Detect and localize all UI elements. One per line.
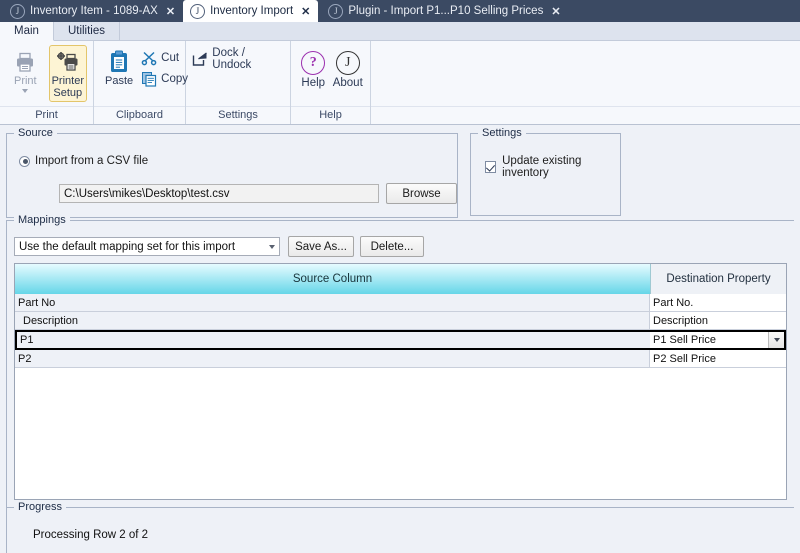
mapping-set-select[interactable]: Use the default mapping set for this imp… bbox=[14, 237, 280, 256]
jiwa-icon: J bbox=[10, 4, 25, 19]
ribbon-group-settings-title: Settings bbox=[186, 106, 290, 124]
window-tab-inventory-item[interactable]: J Inventory Item - 1089-AX ✕ bbox=[0, 0, 183, 22]
ribbon-group-settings: Dock / Undock Settings bbox=[186, 41, 291, 124]
printer-icon bbox=[14, 49, 36, 75]
cell-source-column[interactable]: Part No bbox=[15, 294, 650, 312]
cell-source-column[interactable]: Description bbox=[15, 312, 650, 330]
progress-group: Progress Processing Row 2 of 2 bbox=[6, 507, 794, 553]
save-as-button[interactable]: Save As... bbox=[288, 236, 354, 257]
update-existing-inventory-checkbox[interactable] bbox=[485, 161, 496, 173]
ribbon-tab-utilities[interactable]: Utilities bbox=[54, 22, 120, 40]
ribbon-group-print-title: Print bbox=[0, 106, 93, 124]
ribbon-group-help: ? Help J About Help bbox=[291, 41, 371, 124]
mappings-group-legend: Mappings bbox=[14, 214, 70, 226]
window-tab-label: Inventory Item - 1089-AX bbox=[30, 5, 158, 17]
column-header-source-column[interactable]: Source Column bbox=[15, 264, 651, 294]
cell-destination-property[interactable]: Description bbox=[650, 312, 786, 330]
ribbon-tab-bar: Main Utilities bbox=[0, 22, 800, 41]
scissors-icon bbox=[140, 49, 157, 66]
ribbon-group-print: Print bbox=[0, 41, 94, 124]
main-content: Source Import from a CSV file C:\Users\m… bbox=[0, 125, 800, 553]
delete-button-label: Delete... bbox=[371, 241, 414, 253]
import-csv-radio-row[interactable]: Import from a CSV file bbox=[19, 155, 148, 167]
update-existing-inventory-label: Update existing inventory bbox=[502, 155, 620, 179]
table-row-selected[interactable]: P1 P1 Sell Price bbox=[15, 330, 786, 350]
help-button[interactable]: ? Help bbox=[297, 47, 330, 89]
copy-button-label: Copy bbox=[161, 73, 188, 85]
table-row[interactable]: P2 P2 Sell Price bbox=[15, 350, 786, 368]
copy-icon bbox=[140, 70, 157, 87]
browse-button-label: Browse bbox=[402, 188, 440, 200]
question-circle-icon: ? bbox=[301, 49, 325, 77]
cut-button-label: Cut bbox=[161, 52, 179, 64]
save-as-button-label: Save As... bbox=[295, 241, 347, 253]
jiwa-circle-icon: J bbox=[336, 49, 360, 77]
column-header-destination-property[interactable]: Destination Property bbox=[651, 264, 786, 294]
close-icon[interactable]: ✕ bbox=[551, 5, 560, 18]
jiwa-icon: J bbox=[328, 4, 343, 19]
delete-button[interactable]: Delete... bbox=[360, 236, 424, 257]
ribbon-tab-label: Utilities bbox=[68, 25, 105, 37]
dock-undock-button[interactable]: Dock / Undock bbox=[192, 47, 284, 71]
ribbon-group-help-title: Help bbox=[291, 106, 370, 124]
copy-button[interactable]: Copy bbox=[140, 70, 188, 87]
paste-button[interactable]: Paste bbox=[102, 45, 136, 90]
import-csv-radio[interactable] bbox=[19, 156, 30, 167]
cell-destination-property-editor[interactable]: P1 Sell Price bbox=[650, 330, 786, 350]
close-icon[interactable]: ✕ bbox=[166, 5, 175, 18]
csv-file-path-value: C:\Users\mikes\Desktop\test.csv bbox=[64, 188, 230, 200]
settings-group: Settings Update existing inventory bbox=[470, 133, 621, 216]
chevron-down-icon[interactable] bbox=[22, 89, 28, 93]
print-button[interactable]: Print bbox=[8, 45, 43, 96]
dock-undock-button-label: Dock / Undock bbox=[212, 47, 284, 71]
print-button-label: Print bbox=[14, 75, 37, 87]
window-tab-plugin-import[interactable]: J Plugin - Import P1...P10 Selling Price… bbox=[318, 0, 568, 22]
source-group-legend: Source bbox=[14, 127, 57, 139]
chevron-down-icon[interactable] bbox=[265, 238, 279, 255]
ribbon-group-clipboard-title: Clipboard bbox=[94, 106, 185, 124]
paste-button-label: Paste bbox=[105, 75, 133, 87]
ribbon-toolbar: Print bbox=[0, 41, 800, 125]
update-existing-inventory-row[interactable]: Update existing inventory bbox=[485, 155, 620, 179]
help-button-label: Help bbox=[301, 77, 325, 89]
mapping-set-value: Use the default mapping set for this imp… bbox=[19, 241, 235, 253]
clipboard-icon bbox=[108, 49, 130, 75]
ribbon-group-filler bbox=[371, 41, 800, 124]
ribbon-tab-label: Main bbox=[14, 25, 39, 37]
window-tab-strip: J Inventory Item - 1089-AX ✕ J Inventory… bbox=[0, 0, 800, 22]
progress-group-legend: Progress bbox=[14, 501, 66, 513]
about-button-label: About bbox=[333, 77, 363, 89]
jiwa-icon: J bbox=[190, 4, 205, 19]
about-button[interactable]: J About bbox=[332, 47, 365, 89]
ribbon-tab-main[interactable]: Main bbox=[0, 22, 54, 41]
cell-destination-property[interactable]: Part No. bbox=[650, 294, 786, 312]
progress-status-text: Processing Row 2 of 2 bbox=[33, 529, 148, 541]
chevron-down-icon[interactable] bbox=[768, 332, 784, 348]
cell-source-column[interactable]: P1 bbox=[15, 330, 650, 350]
dock-undock-icon bbox=[192, 51, 208, 68]
printer-setup-button-label: Printer Setup bbox=[52, 75, 84, 99]
window-tab-inventory-import[interactable]: J Inventory Import ✕ bbox=[183, 0, 318, 22]
close-icon[interactable]: ✕ bbox=[301, 5, 310, 18]
application-window: J Inventory Item - 1089-AX ✕ J Inventory… bbox=[0, 0, 800, 553]
printer-setup-button[interactable]: Printer Setup bbox=[49, 45, 87, 102]
ribbon-group-clipboard: Paste bbox=[94, 41, 186, 124]
settings-group-legend: Settings bbox=[478, 127, 526, 139]
printer-setup-icon bbox=[56, 49, 80, 75]
cut-button[interactable]: Cut bbox=[140, 49, 188, 66]
cell-source-column[interactable]: P2 bbox=[15, 350, 650, 368]
browse-button[interactable]: Browse bbox=[386, 183, 457, 204]
mappings-group: Mappings Use the default mapping set for… bbox=[6, 220, 794, 547]
grid-empty-area[interactable] bbox=[15, 368, 786, 488]
import-csv-radio-label: Import from a CSV file bbox=[35, 155, 148, 167]
mapping-grid[interactable]: Source Column Destination Property Part … bbox=[14, 263, 787, 500]
csv-file-path-input[interactable]: C:\Users\mikes\Desktop\test.csv bbox=[59, 184, 379, 203]
mapping-grid-header: Source Column Destination Property bbox=[15, 264, 786, 294]
cell-destination-property[interactable]: P2 Sell Price bbox=[650, 350, 786, 368]
table-row[interactable]: Part No Part No. bbox=[15, 294, 786, 312]
source-group: Source Import from a CSV file C:\Users\m… bbox=[6, 133, 458, 218]
table-row[interactable]: Description Description bbox=[15, 312, 786, 330]
window-tab-label: Plugin - Import P1...P10 Selling Prices bbox=[348, 5, 543, 17]
window-tab-label: Inventory Import bbox=[210, 5, 293, 17]
